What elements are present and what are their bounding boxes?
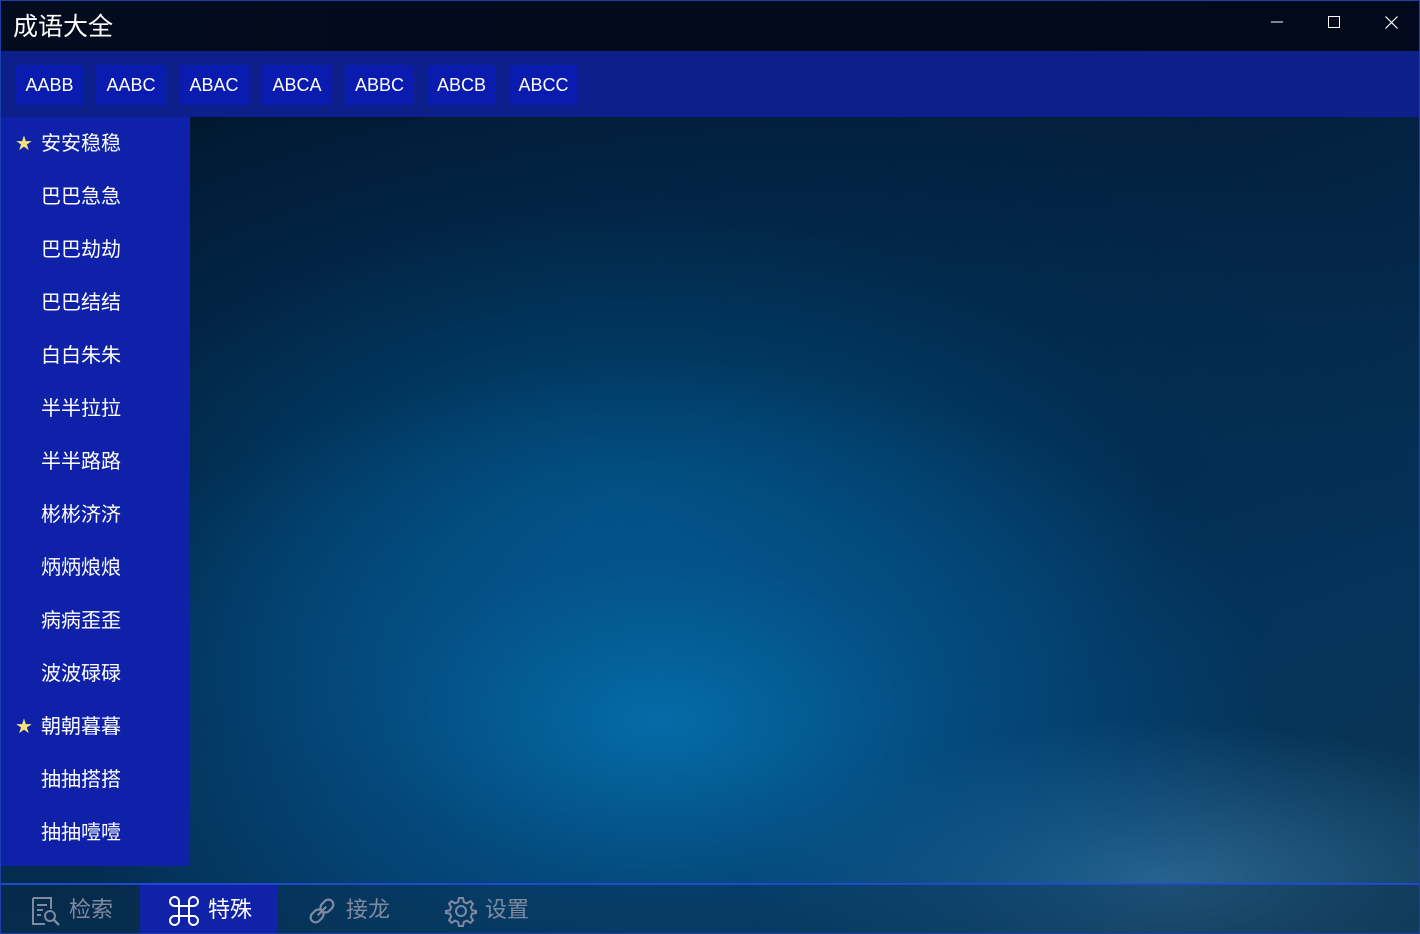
nav-label-chain: 接龙 xyxy=(346,898,391,923)
idiom-list-item[interactable]: 炳炳烺烺 xyxy=(1,541,190,594)
pattern-tab-aabb[interactable]: AABB xyxy=(15,65,84,105)
maximize-icon xyxy=(1328,16,1340,28)
pattern-tab-aabc[interactable]: AABC xyxy=(96,65,166,105)
nav-label-search: 检索 xyxy=(69,898,114,923)
idiom-list-item[interactable]: 彬彬济济 xyxy=(1,488,190,541)
idiom-label: 抽抽搭搭 xyxy=(41,767,121,791)
idiom-label: 安安稳稳 xyxy=(41,131,121,155)
idiom-label: 巴巴结结 xyxy=(41,290,121,314)
pattern-tab-abac[interactable]: ABAC xyxy=(179,65,249,105)
idiom-label: 波波碌碌 xyxy=(41,661,121,685)
idiom-label: 巴巴急急 xyxy=(41,184,121,208)
title-bar: 成语大全 xyxy=(1,1,1419,51)
idiom-label: 抽抽噎噎 xyxy=(41,820,121,844)
idiom-list-item[interactable]: ★ 朝朝暮暮 xyxy=(1,700,190,753)
nav-tab-search[interactable]: 检索 xyxy=(1,885,139,933)
nav-tab-chain[interactable]: 接龙 xyxy=(278,885,416,933)
pattern-tab-abca[interactable]: ABCA xyxy=(262,65,332,105)
idiom-list-item[interactable]: 半半拉拉 xyxy=(1,382,190,435)
idiom-list-item[interactable]: ★ 安安稳稳 xyxy=(1,117,190,170)
idiom-label: 病病歪歪 xyxy=(41,608,121,632)
idiom-list-item[interactable]: 巴巴结结 xyxy=(1,276,190,329)
idiom-label: 炳炳烺烺 xyxy=(41,555,121,579)
minimize-button[interactable] xyxy=(1249,1,1305,43)
nav-label-special: 特殊 xyxy=(208,898,253,923)
minimize-icon xyxy=(1271,21,1283,23)
idiom-list-item[interactable]: 巴巴劫劫 xyxy=(1,223,190,276)
star-icon: ★ xyxy=(15,714,33,738)
bottom-nav: 检索 特殊 接龙 设置 xyxy=(1,883,1419,933)
idiom-list-item[interactable]: 白白朱朱 xyxy=(1,329,190,382)
pattern-tab-abcb[interactable]: ABCB xyxy=(427,65,496,105)
app-window: 成语大全 AABB AABC ABAC ABCA ABBC ABCB ABCC … xyxy=(0,0,1420,934)
idiom-list-item[interactable]: 巴巴急急 xyxy=(1,170,190,223)
close-icon xyxy=(1384,15,1398,29)
maximize-button[interactable] xyxy=(1306,1,1362,43)
idiom-list-item[interactable]: 半半路路 xyxy=(1,435,190,488)
pattern-tab-bar: AABB AABC ABAC ABCA ABBC ABCB ABCC xyxy=(1,51,1419,117)
star-icon: ★ xyxy=(15,131,33,155)
idiom-label: 半半拉拉 xyxy=(41,396,121,420)
gear-icon xyxy=(445,897,477,927)
idiom-label: 朝朝暮暮 xyxy=(41,714,121,738)
nav-tab-special[interactable]: 特殊 xyxy=(140,885,278,933)
search-doc-icon xyxy=(32,897,60,926)
nav-tab-settings[interactable]: 设置 xyxy=(417,885,555,933)
idiom-list-item[interactable]: 抽抽搭搭 xyxy=(1,753,190,806)
idiom-list-item[interactable]: 波波碌碌 xyxy=(1,647,190,700)
link-icon xyxy=(309,898,335,924)
idiom-list[interactable]: ★ 安安稳稳巴巴急急巴巴劫劫巴巴结结白白朱朱半半拉拉半半路路彬彬济济炳炳烺烺病病歪… xyxy=(1,117,190,866)
pattern-tab-abbc[interactable]: ABBC xyxy=(345,65,414,105)
pattern-tab-abcc[interactable]: ABCC xyxy=(509,65,578,105)
command-icon xyxy=(169,896,199,926)
idiom-label: 半半路路 xyxy=(41,449,121,473)
idiom-list-item[interactable]: 病病歪歪 xyxy=(1,594,190,647)
nav-label-settings: 设置 xyxy=(485,898,530,923)
idiom-label: 彬彬济济 xyxy=(41,502,121,526)
idiom-label: 白白朱朱 xyxy=(41,343,121,367)
app-title: 成语大全 xyxy=(13,12,114,41)
close-button[interactable] xyxy=(1363,1,1419,43)
idiom-label: 巴巴劫劫 xyxy=(41,237,121,261)
idiom-list-item[interactable]: 抽抽噎噎 xyxy=(1,806,190,859)
